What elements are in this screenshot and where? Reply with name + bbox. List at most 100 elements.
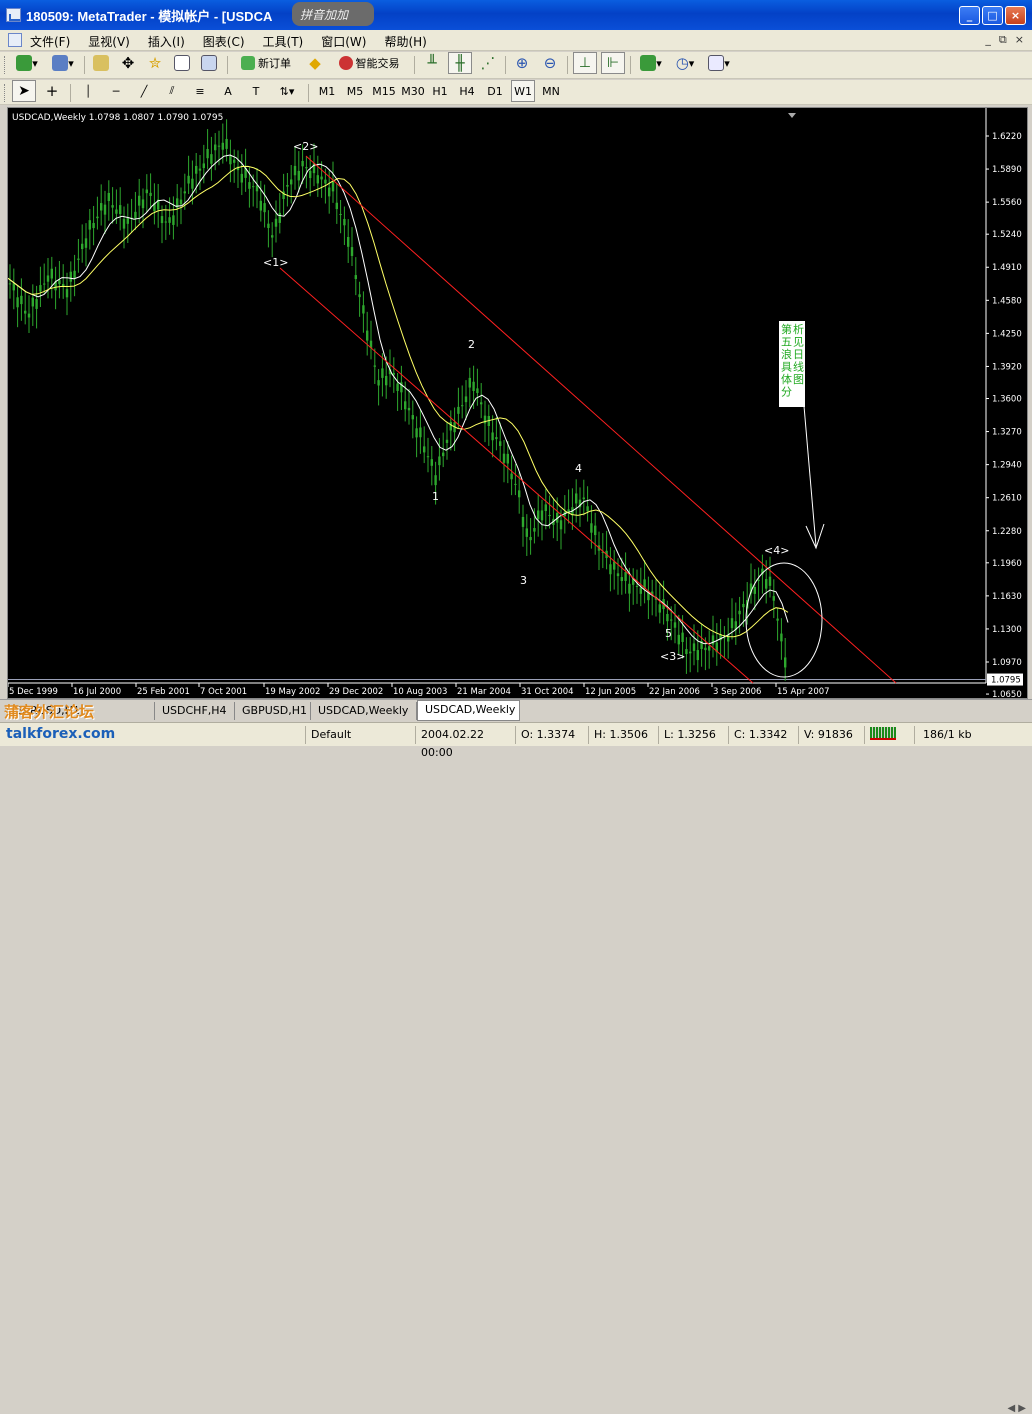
candle-body: [149, 192, 152, 196]
crosshair-tool[interactable]: +: [40, 80, 64, 102]
candle-body: [43, 283, 46, 285]
separator: [567, 56, 568, 74]
chart-window-icon[interactable]: [8, 33, 22, 47]
cursor-tool[interactable]: ➤: [12, 80, 36, 102]
horizontal-line-tool[interactable]: ─: [104, 80, 128, 102]
candle-body: [96, 216, 99, 219]
tab-usdcad-weekly-active[interactable]: USDCAD,Weekly: [417, 700, 520, 721]
candle-body: [423, 446, 426, 453]
menu-view[interactable]: 显视(V): [88, 33, 130, 50]
expert-advisors-button[interactable]: 智能交易: [330, 52, 408, 74]
timeframe-d1[interactable]: D1: [483, 80, 507, 102]
timeframe-m30[interactable]: M30: [399, 80, 427, 102]
templates-button[interactable]: ▾: [704, 52, 734, 74]
menu-file[interactable]: 文件(F): [30, 33, 70, 50]
periods-button[interactable]: ◷ ▾: [670, 52, 700, 74]
menu-bar: 文件(F) 显视(V) 插入(I) 图表(C) 工具(T) 窗口(W) 帮助(H…: [0, 30, 1032, 51]
note-char: 体: [781, 372, 792, 386]
app-icon[interactable]: [6, 8, 21, 22]
auto-scroll-button[interactable]: ⊥: [573, 52, 597, 74]
candle-body: [347, 236, 350, 247]
zoom-out-button[interactable]: ⊖: [538, 52, 562, 74]
candle-body: [613, 561, 616, 570]
menu-tools[interactable]: 工具(T): [263, 33, 304, 50]
trendline-tool[interactable]: ╱: [132, 80, 156, 102]
zoom-in-button[interactable]: ⊕: [510, 52, 534, 74]
status-high: H: 1.3506: [588, 726, 658, 744]
indicators-button[interactable]: ▾: [636, 52, 666, 74]
menu-charts[interactable]: 图表(C): [203, 33, 245, 50]
menu-insert[interactable]: 插入(I): [148, 33, 185, 50]
data-window-button[interactable]: ✥: [117, 52, 139, 74]
candle-body: [685, 649, 688, 655]
note-char: 五: [781, 336, 792, 349]
wave-label: 1: [432, 490, 439, 503]
line-chart-button[interactable]: ⋰: [476, 52, 500, 74]
candle-body: [267, 223, 270, 228]
navigator-button[interactable]: ✮: [144, 52, 166, 74]
date-label: 12 Jun 2005: [585, 687, 636, 697]
candle-body: [274, 218, 278, 227]
candle-body: [385, 375, 388, 386]
timeframe-w1[interactable]: W1: [511, 80, 535, 102]
candle-body: [426, 456, 430, 458]
profiles-button[interactable]: ▾: [48, 52, 78, 74]
timeframe-m1[interactable]: M1: [314, 80, 340, 102]
annotation-arrow-shaft: [803, 405, 817, 547]
candle-body: [533, 528, 536, 532]
mdi-restore-button[interactable]: ⧉: [999, 33, 1007, 47]
expert-label: 智能交易: [355, 57, 400, 70]
fibonacci-tool[interactable]: ≡: [188, 80, 212, 102]
maximize-button[interactable]: □: [982, 6, 1003, 25]
timeframe-m5[interactable]: M5: [342, 80, 368, 102]
candle-body: [445, 439, 449, 443]
arrows-tool[interactable]: ⇅ ▾: [272, 80, 302, 102]
chart-shift-button[interactable]: ⊩: [601, 52, 625, 74]
candle-body: [449, 422, 452, 431]
price-chart[interactable]: USDCAD,Weekly 1.0798 1.0807 1.0790 1.079…: [8, 108, 1029, 700]
wave-label: 5: [665, 627, 672, 640]
timeframe-mn[interactable]: MN: [539, 80, 563, 102]
candle-body: [392, 373, 395, 375]
candle-body: [358, 294, 361, 298]
date-label: 3 Sep 2006: [713, 687, 761, 697]
metaeditor-button[interactable]: ◆: [304, 52, 326, 74]
market-watch-button[interactable]: [90, 52, 112, 74]
menu-help[interactable]: 帮助(H): [384, 33, 426, 50]
menu-window[interactable]: 窗口(W): [321, 33, 366, 50]
mdi-minimize-button[interactable]: _: [985, 33, 991, 47]
bar-chart-button[interactable]: ╨: [420, 52, 444, 74]
text-tool[interactable]: A: [216, 80, 240, 102]
timeframe-h4[interactable]: H4: [455, 80, 479, 102]
tab-scroll-arrows[interactable]: ◀ ▶: [1007, 1403, 1026, 1414]
strategy-tester-button[interactable]: [198, 52, 220, 74]
text-label-tool[interactable]: T: [244, 80, 268, 102]
new-chart-button[interactable]: ▾: [12, 52, 42, 74]
chart-window[interactable]: USDCAD,Weekly 1.0798 1.0807 1.0790 1.079…: [7, 107, 1029, 700]
tab-usdcad-weekly[interactable]: USDCAD,Weekly: [311, 702, 417, 720]
timeframe-h1[interactable]: H1: [428, 80, 452, 102]
tab-gbpusd-h1[interactable]: GBPUSD,H1: [235, 702, 311, 720]
terminal-button[interactable]: [171, 52, 193, 74]
candle-body: [324, 179, 327, 184]
timeframe-m15[interactable]: M15: [370, 80, 398, 102]
new-order-button[interactable]: 新订单: [234, 52, 298, 74]
status-low: L: 1.3256: [658, 726, 728, 744]
candle-body: [115, 209, 118, 214]
price-label: 1.3920: [992, 362, 1022, 372]
mdi-close-button[interactable]: ×: [1015, 33, 1024, 47]
candle-body: [609, 564, 612, 575]
fibonacci-icon: ≡: [195, 84, 205, 98]
tab-usdchf-h4[interactable]: USDCHF,H4: [155, 702, 235, 720]
separator: [227, 56, 228, 74]
candle-body: [635, 585, 639, 587]
auto-scroll-icon: ⊥: [578, 55, 592, 71]
candlestick-button[interactable]: ╫: [448, 52, 472, 74]
minimize-button[interactable]: _: [959, 6, 980, 25]
close-button[interactable]: ×: [1005, 6, 1026, 25]
title-bar: 180509: MetaTrader - 模拟帐户 - [USDCA 拼音加加 …: [0, 0, 1032, 30]
candle-body: [377, 380, 380, 386]
note-char: 浪: [781, 347, 792, 361]
equidistant-channel-tool[interactable]: ⫽: [160, 80, 184, 102]
vertical-line-tool[interactable]: │: [76, 80, 100, 102]
